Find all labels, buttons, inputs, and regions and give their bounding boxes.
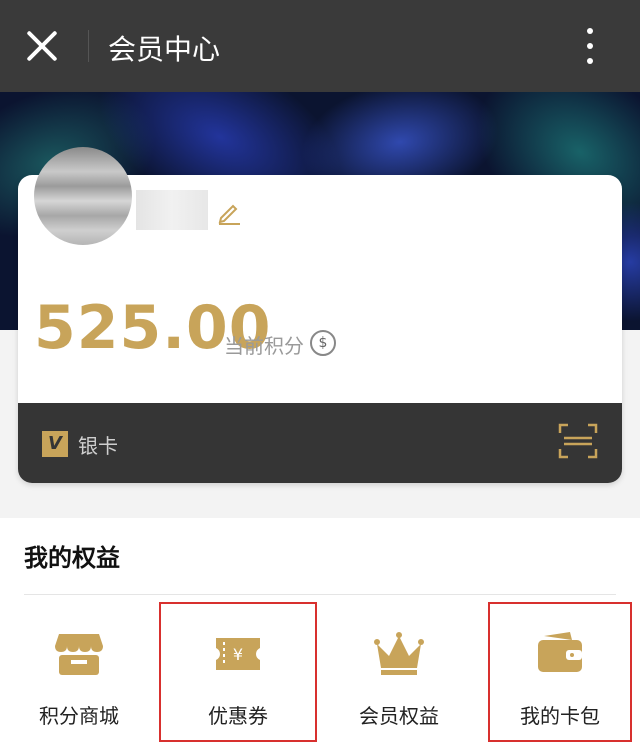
benefit-item-store[interactable]: 积分商城 — [4, 608, 154, 738]
benefit-item-label: 我的卡包 — [520, 704, 600, 728]
store-icon — [55, 634, 103, 675]
scan-icon[interactable] — [558, 421, 598, 461]
page-title: 会员中心 — [108, 33, 221, 66]
svg-text:¥: ¥ — [233, 645, 243, 664]
benefit-item-privileges[interactable]: 会员权益 — [324, 608, 474, 738]
avatar[interactable] — [34, 147, 132, 245]
username-redacted — [136, 190, 208, 230]
more-icon[interactable] — [580, 26, 600, 66]
coin-icon: $ — [310, 330, 336, 356]
benefits-title: 我的权益 — [24, 544, 120, 572]
benefit-item-label: 会员权益 — [359, 704, 439, 728]
benefit-item-label: 优惠券 — [208, 704, 268, 728]
card-footer: V 银卡 — [18, 403, 622, 483]
benefits-divider — [24, 594, 616, 595]
benefit-item-coupon[interactable]: ¥ 优惠券 — [159, 602, 317, 742]
close-icon[interactable] — [24, 28, 60, 64]
coupon-icon: ¥ — [216, 638, 260, 670]
crown-icon — [374, 632, 424, 675]
points-label: 当前积分 — [224, 334, 304, 358]
benefit-item-wallet[interactable]: 我的卡包 — [488, 602, 632, 742]
top-bar: 会员中心 — [0, 0, 640, 92]
tier-badge-icon: V — [42, 431, 68, 457]
tier-label: 银卡 — [78, 434, 118, 458]
header-divider — [88, 30, 89, 62]
benefits-section: 我的权益 积分商城 ¥ 优惠券 会员权益 我的卡包 — [0, 518, 640, 745]
edit-icon[interactable] — [216, 199, 242, 225]
benefit-item-label: 积分商城 — [39, 704, 119, 728]
wallet-icon — [538, 632, 582, 672]
